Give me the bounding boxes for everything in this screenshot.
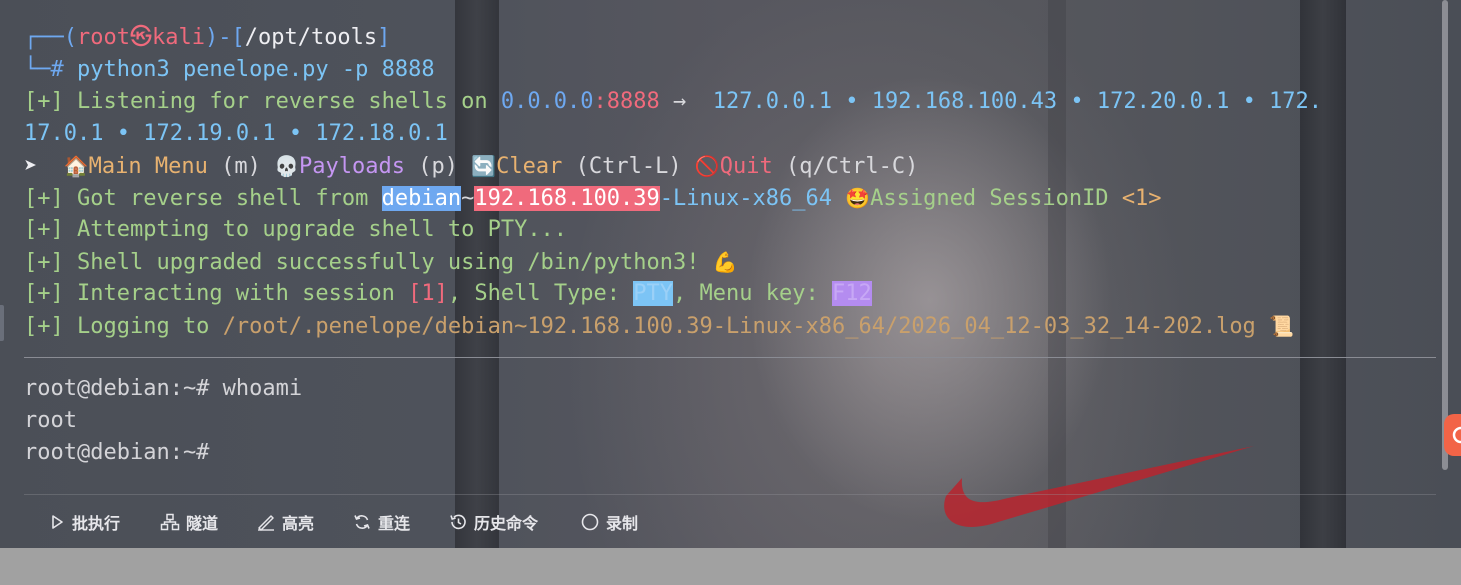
got-shell-label: [+] Got reverse shell from xyxy=(24,186,382,211)
batch-execute-button[interactable]: 批执行 xyxy=(48,495,120,548)
star-struck-icon: 🤩 xyxy=(845,186,871,210)
network-icon xyxy=(160,513,180,531)
terminal-output: ┌──(root㉿kali)-[/opt/tools] └─# python3 … xyxy=(24,22,1441,342)
shell-line: root@debian:~# whoami xyxy=(24,376,303,401)
logging-line: [+] Logging to /root/.penelope/debian~19… xyxy=(24,310,1441,342)
output-divider xyxy=(24,357,1436,358)
attempt-text: [+] Attempting to upgrade shell to PTY..… xyxy=(24,217,568,242)
listen-port: :8888 xyxy=(593,89,660,114)
history-commands-button[interactable]: 历史命令 xyxy=(448,495,538,548)
listen-ips: 127.0.0.1 • 192.168.100.43 • 172.20.0.1 … xyxy=(712,89,1323,114)
menu-line: ➤ 🏠Main Menu (m) 💀Payloads (p) 🔄Clear (C… xyxy=(24,150,1441,182)
got-shell-line: [+] Got reverse shell from debian~192.16… xyxy=(24,182,1441,214)
listen-ips: 17.0.1 • 172.19.0.1 • 172.18.0.1 xyxy=(24,121,448,146)
record-button[interactable]: 录制 xyxy=(580,495,638,548)
menu-clear-label: Clear xyxy=(496,154,563,179)
session-id: <1> xyxy=(1121,186,1162,211)
remote-ip: 192.168.100.39 xyxy=(474,186,660,211)
upgraded-line: [+] Shell upgraded successfully using /b… xyxy=(24,246,1441,278)
upgraded-text: [+] Shell upgraded successfully using /b… xyxy=(24,250,713,275)
history-commands-label: 历史命令 xyxy=(474,514,539,533)
arrow: → xyxy=(659,89,713,114)
prompt-frame: └─# xyxy=(24,57,77,82)
assigned-label: Assigned SessionID xyxy=(870,186,1122,211)
prompt-line-1: ┌──(root㉿kali)-[/opt/tools] xyxy=(24,22,1441,54)
listen-address: 0.0.0.0 xyxy=(500,89,594,114)
floating-assistant-button[interactable] xyxy=(1444,414,1461,456)
menu-main-label: Main Menu xyxy=(88,154,208,179)
prompt-skull: ㉿ xyxy=(129,25,152,50)
reconnect-button[interactable]: 重连 xyxy=(352,495,410,548)
attempt-line: [+] Attempting to upgrade shell to PTY..… xyxy=(24,214,1441,246)
window-bottom-area xyxy=(0,548,1461,585)
menu-quit-key: (q/Ctrl-C) xyxy=(772,154,919,179)
listening-label: [+] Listening for reverse shells on xyxy=(24,89,501,114)
remote-arch: -Linux-x86_64 xyxy=(659,186,846,211)
command-text: python3 penelope.py -p 8888 xyxy=(76,57,435,82)
home-icon: 🏠 xyxy=(63,154,89,178)
menu-key-label: , Menu key: xyxy=(673,281,832,306)
tunnel-button[interactable]: 隧道 xyxy=(160,495,218,548)
menu-clear-key: (Ctrl-L) xyxy=(562,154,695,179)
scroll-icon: 📜 xyxy=(1269,314,1294,338)
interacting-line: [+] Interacting with session [1], Shell … xyxy=(24,278,1441,310)
shell-type-value: PTY xyxy=(633,281,674,306)
prompt-path: /opt/tools xyxy=(244,25,378,50)
shell-line: root xyxy=(24,408,77,433)
menu-key-value: F12 xyxy=(832,281,872,306)
prompt-frame: )-[ xyxy=(204,25,245,50)
shell-prompt-line[interactable]: root@debian:~# xyxy=(24,437,302,469)
muscle-icon: 💪 xyxy=(712,250,738,274)
menu-main-key: (m) xyxy=(207,154,275,179)
prohibited-icon: 🚫 xyxy=(694,154,720,178)
prompt-frame: ] xyxy=(377,25,391,50)
shell-session[interactable]: root@debian:~# whoami root root@debian:~… xyxy=(24,373,302,469)
prompt-host: kali xyxy=(151,25,205,50)
reconnect-icon xyxy=(354,515,370,529)
assistant-icon xyxy=(1452,426,1461,444)
separator: ~ xyxy=(461,186,475,211)
menu-payloads-key: (p) xyxy=(404,154,472,179)
listening-line-cont: 17.0.1 • 172.19.0.1 • 172.18.0.1 xyxy=(24,118,1441,150)
highlighter-icon xyxy=(258,515,274,531)
listening-line: [+] Listening for reverse shells on 0.0.… xyxy=(24,86,1441,118)
terminal-window[interactable]: ┌──(root㉿kali)-[/opt/tools] └─# python3 … xyxy=(0,0,1461,548)
prompt-line-2: └─# python3 penelope.py -p 8888 xyxy=(24,54,1441,86)
logging-label: [+] Logging to xyxy=(24,314,223,339)
left-edge-marker xyxy=(0,305,4,341)
prompt-user: root xyxy=(76,25,130,50)
menu-payloads-label: Payloads xyxy=(299,154,405,179)
tunnel-label: 隧道 xyxy=(186,514,219,533)
skull-icon: 💀 xyxy=(274,154,300,178)
play-icon xyxy=(52,515,63,529)
interacting-label: [+] Interacting with session xyxy=(24,281,409,306)
session-number: [1] xyxy=(408,281,448,306)
batch-execute-label: 批执行 xyxy=(72,514,121,533)
highlight-button[interactable]: 高亮 xyxy=(256,495,314,548)
highlight-label: 高亮 xyxy=(282,514,315,533)
record-icon xyxy=(581,513,599,531)
shell-type-label: , Shell Type: xyxy=(447,281,634,306)
prompt-frame: ┌──( xyxy=(24,25,77,50)
bottom-toolbar: 批执行 隧道 高亮 重连 历史命令 录制 xyxy=(24,494,1436,548)
vertical-scrollbar[interactable] xyxy=(1442,0,1448,470)
history-icon xyxy=(450,514,466,530)
record-label: 录制 xyxy=(606,514,639,533)
refresh-icon: 🔄 xyxy=(471,154,497,178)
remote-host: debian xyxy=(381,186,462,211)
arrow-icon: ➤ xyxy=(24,154,64,179)
reconnect-label: 重连 xyxy=(378,514,411,533)
log-path: /root/.penelope/debian~192.168.100.39-Li… xyxy=(222,314,1270,339)
menu-quit-label: Quit xyxy=(719,154,773,179)
